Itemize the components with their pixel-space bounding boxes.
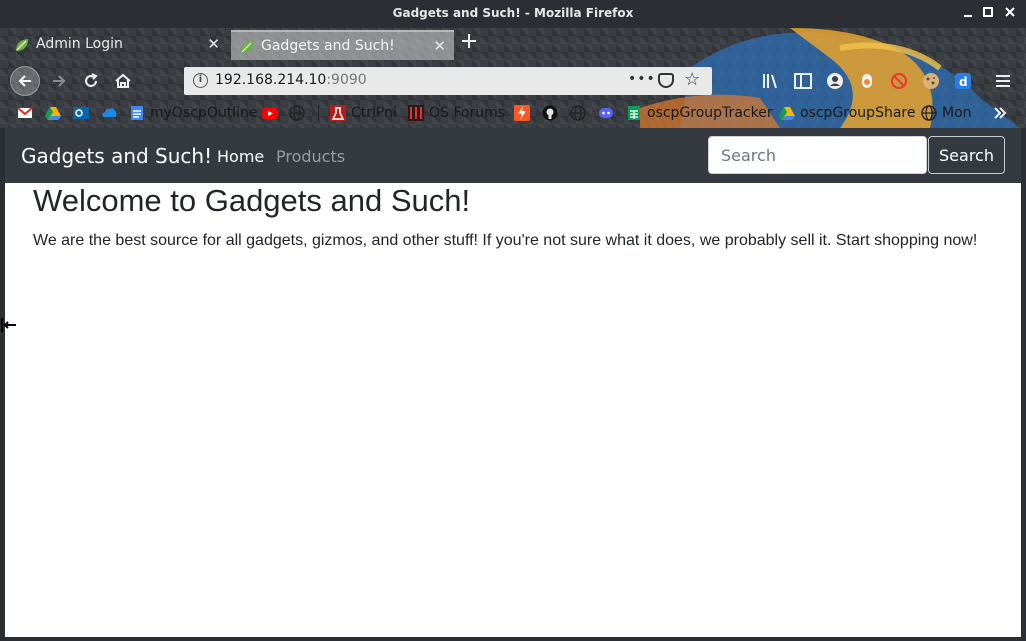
browser-window: Gadgets and Such! - Mozilla Firefox Admi… [0, 0, 1026, 641]
window-border-right [1021, 128, 1026, 641]
arrow-right-icon [53, 75, 66, 87]
plus-icon [462, 34, 476, 48]
new-tab-button[interactable] [460, 32, 478, 56]
svg-text:d: d [959, 75, 968, 89]
google-docs-icon [129, 105, 145, 121]
bookmark-globe-2[interactable] [570, 102, 591, 124]
resize-cursor-icon [0, 316, 18, 334]
spring-leaf-icon [239, 39, 255, 55]
reload-button[interactable] [76, 66, 106, 96]
page-heading: Welcome to Gadgets and Such! [33, 183, 471, 218]
tab-label: Gadgets and Such! [261, 38, 395, 54]
ctrlpnl-icon [330, 105, 346, 121]
home-icon [115, 73, 131, 88]
arrow-left-icon [18, 75, 31, 87]
os-forums-icon [408, 105, 424, 121]
close-icon [1005, 7, 1015, 17]
search-button[interactable]: Search [928, 136, 1005, 174]
bookmark-oscpgroupshare[interactable]: oscpGroupShare [779, 102, 915, 124]
bookmark-os-forums[interactable]: OS Forums [408, 102, 505, 124]
back-button[interactable] [10, 66, 40, 96]
cookie-icon[interactable] [922, 72, 940, 90]
close-window-button[interactable] [1003, 6, 1017, 20]
site-brand[interactable]: Gadgets and Such! [21, 144, 212, 168]
home-button[interactable] [108, 66, 138, 96]
url-text[interactable]: 192.168.214.10:9090 [215, 72, 367, 88]
extension-d-icon[interactable]: d [954, 72, 972, 90]
bookmark-outlook[interactable] [73, 102, 94, 124]
forward-button[interactable] [44, 66, 74, 96]
close-tab-icon[interactable]: ✕ [207, 35, 220, 53]
nav-link-home[interactable]: Home [217, 147, 264, 166]
tab-label: Admin Login [36, 36, 123, 52]
sidebar-icon[interactable] [794, 72, 812, 90]
bookmark-onedrive[interactable] [101, 102, 122, 124]
spring-leaf-icon [14, 37, 30, 53]
bookmark-myoscpoutline[interactable]: myOscpOutline [129, 102, 257, 124]
bookmark-discord[interactable] [598, 102, 619, 124]
bookmark-gmail[interactable] [17, 102, 38, 124]
hamburger-menu-icon[interactable] [994, 72, 1012, 90]
page-actions-icon[interactable]: ••• [628, 71, 656, 87]
bookmark-label: myOscpOutline [150, 105, 258, 121]
bookmark-globe[interactable] [289, 102, 310, 124]
tab-gadgets-and-such[interactable]: Gadgets and Such! ✕ [231, 30, 454, 60]
google-drive-icon [779, 105, 795, 121]
close-tab-icon[interactable]: ✕ [433, 37, 446, 55]
google-sheets-icon [626, 105, 642, 121]
page-viewport: Gadgets and Such! Home Products Search W… [5, 128, 1021, 637]
extension-fox-icon[interactable] [858, 72, 876, 90]
minimize-button[interactable] [961, 6, 975, 20]
chevron-double-right-icon [994, 107, 1007, 119]
window-border-left [0, 128, 5, 641]
discord-icon [598, 105, 614, 121]
globe-icon [570, 105, 586, 121]
bookmark-label: CtrlPnl [351, 105, 397, 121]
title-bar: Gadgets and Such! - Mozilla Firefox [0, 0, 1026, 28]
account-icon[interactable] [826, 72, 844, 90]
bookmark-lightning[interactable] [514, 102, 535, 124]
bookmark-label: oscpGroupTracker [647, 105, 773, 121]
window-title: Gadgets and Such! - Mozilla Firefox [392, 6, 634, 20]
tab-admin-login[interactable]: Admin Login ✕ [6, 30, 228, 60]
intro-text: We are the best source for all gadgets, … [33, 232, 978, 249]
bookmark-star-icon[interactable]: ☆ [684, 69, 700, 90]
onedrive-icon [101, 105, 117, 121]
lightning-icon [514, 105, 530, 121]
pocket-icon[interactable] [658, 73, 674, 88]
globe-icon [921, 105, 937, 121]
gmail-icon [17, 105, 33, 121]
bookmark-youtube[interactable] [262, 102, 283, 124]
bookmark-mon[interactable]: Mon [921, 102, 972, 124]
library-icon[interactable] [762, 72, 780, 90]
bookmark-oscpgrouptracker[interactable]: oscpGroupTracker [626, 102, 773, 124]
outlook-icon [73, 105, 89, 121]
reload-icon [85, 73, 98, 87]
bookmark-label: OS Forums [429, 105, 506, 121]
nav-link-products[interactable]: Products [276, 147, 345, 166]
bookmark-google-drive[interactable] [45, 102, 66, 124]
maximize-button[interactable] [981, 6, 995, 20]
globe-icon [289, 105, 305, 121]
site-info-icon[interactable]: i [193, 73, 208, 88]
window-border-bottom [0, 637, 1026, 641]
site-navbar: Gadgets and Such! Home Products Search [5, 128, 1021, 183]
bookmarks-overflow-button[interactable] [992, 102, 1008, 124]
github-icon [542, 105, 558, 121]
blocked-extension-icon[interactable] [890, 72, 908, 90]
minimize-icon [964, 15, 972, 17]
url-bar[interactable]: i 192.168.214.10:9090 ••• ☆ [184, 67, 712, 95]
google-drive-icon [45, 105, 61, 121]
youtube-icon [262, 105, 278, 121]
bookmark-label: Mon [942, 105, 972, 121]
bookmark-label: oscpGroupShare [800, 105, 916, 121]
search-input[interactable] [708, 136, 927, 174]
bookmark-github[interactable] [542, 102, 563, 124]
bookmark-ctrlpnl[interactable]: CtrlPnl [330, 102, 397, 124]
bookmark-separator [318, 105, 319, 121]
maximize-icon [983, 7, 993, 17]
